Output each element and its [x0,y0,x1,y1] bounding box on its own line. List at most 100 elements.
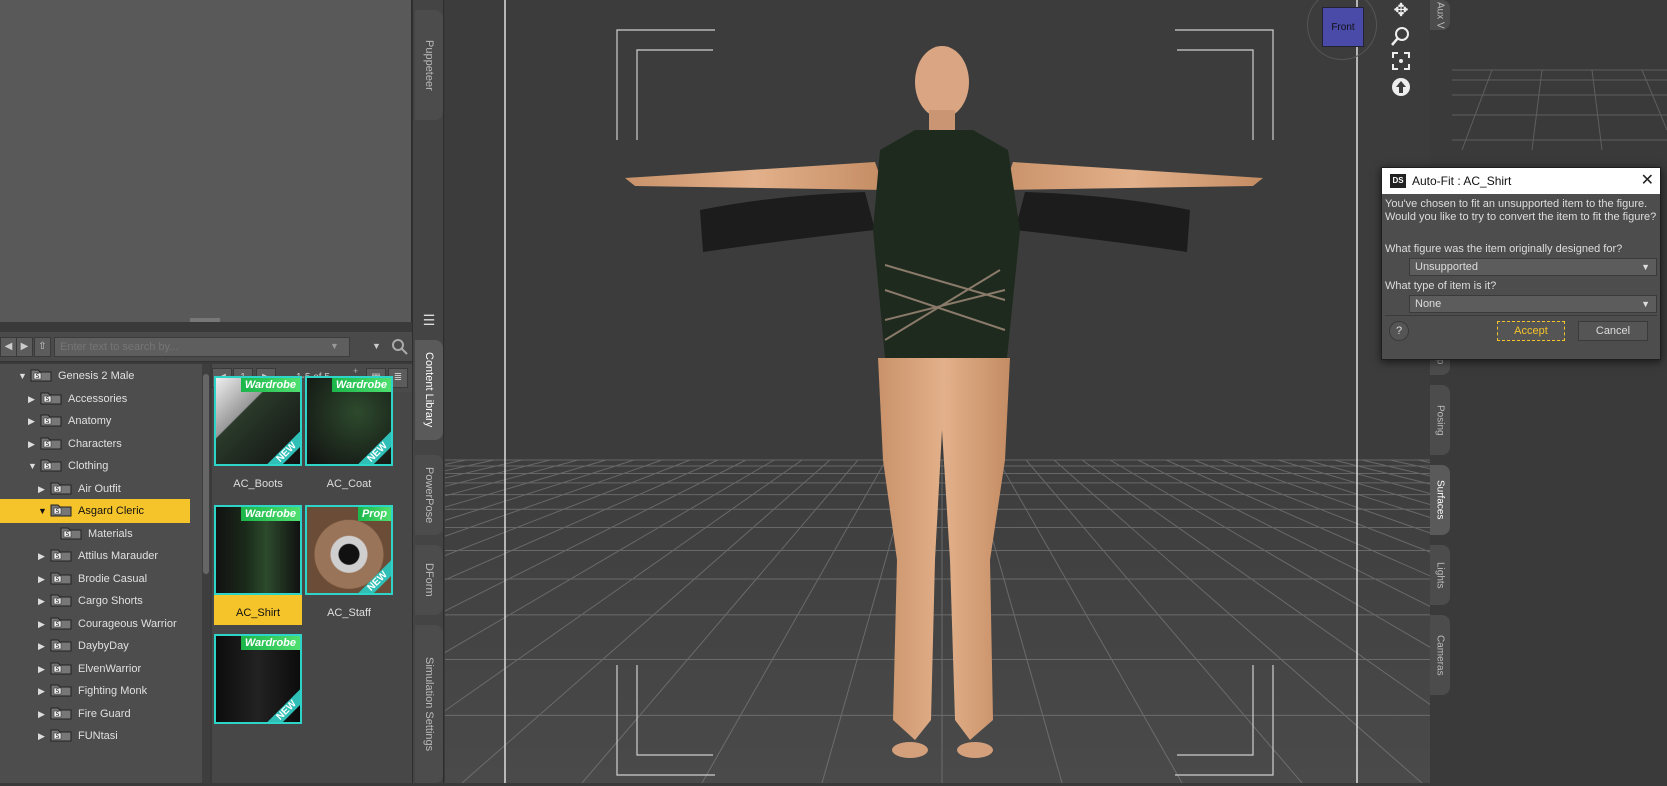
close-icon[interactable]: ✕ [1641,168,1654,194]
tree-item[interactable]: ▶ S ElvenWarrior [0,657,190,681]
tree-item[interactable]: ▼ S Clothing [0,454,190,478]
expand-right-icon[interactable]: ▶ [38,477,50,501]
tree-item[interactable]: ▶ S Anatomy [0,409,190,433]
tab-powerpose[interactable]: PowerPose [415,455,443,535]
expand-right-icon[interactable]: ▶ [38,702,50,726]
expand-down-icon[interactable]: ▼ [38,499,50,523]
tree-item[interactable]: S Materials [0,522,190,546]
svg-text:S: S [46,463,50,470]
svg-text:S: S [56,553,60,560]
tree-item-label: Fighting Monk [78,685,148,697]
expand-right-icon[interactable]: ▶ [38,724,50,748]
chevron-down-icon: ▼ [1641,299,1650,309]
figure-select-value: Unsupported [1415,261,1478,273]
cancel-button[interactable]: Cancel [1578,321,1648,341]
asset-badge: Wardrobe [240,378,300,392]
aux-viewport[interactable] [1452,0,1667,783]
tab-label: DForm [423,563,435,597]
svg-text:S: S [56,666,60,673]
expand-right-icon[interactable]: ▶ [38,567,50,591]
asset-tile[interactable]: Wardrobe NEW AC_Coat [305,376,393,496]
orbit-icon[interactable] [1389,76,1413,98]
auto-fit-dialog: DS Auto-Fit : AC_Shirt ✕ You've chosen t… [1381,167,1661,360]
filter-dropdown-icon[interactable]: ▼ [330,341,339,351]
expand-right-icon[interactable]: ▶ [38,589,50,613]
expand-right-icon[interactable]: ▶ [28,387,40,411]
help-button[interactable]: ? [1389,321,1409,341]
tree-item[interactable]: ▶ S Characters [0,432,190,456]
asset-tile[interactable]: Wardrobe AC_Shirt [214,505,302,625]
figure-select[interactable]: Unsupported ▼ [1409,258,1657,276]
tree-item[interactable]: ▶ S Brodie Casual [0,567,190,591]
expand-right-icon[interactable]: ▶ [38,612,50,636]
accept-button[interactable]: Accept [1497,321,1565,341]
dialog-message-1: You've chosen to fit an unsupported item… [1385,198,1648,210]
view-cube[interactable]: Front [1322,7,1364,47]
frame-icon[interactable] [1389,50,1413,72]
pane-menu-icon[interactable]: ☰ [415,312,443,336]
tree-item[interactable]: ▶ S Accessories [0,387,190,411]
tree-item-label: Accessories [68,392,128,405]
tree-item-label: Characters [68,437,122,450]
folder-icon: S [40,412,62,427]
svg-text:S: S [46,441,50,448]
forward-arrow-icon[interactable]: ▶ [16,337,33,357]
tree-item[interactable]: ▶ S Attilus Marauder [0,544,190,568]
tree-scrollbar[interactable] [202,364,210,783]
tab-aux-viewport[interactable]: Aux V [1430,0,1450,30]
tree-item[interactable]: ▶ S FUNtasi [0,724,190,748]
viewport-scene [445,0,1430,783]
tree-item[interactable]: ▶ S Courageous Warrior [0,612,190,636]
tab-dform[interactable]: DForm [415,545,443,615]
tab-label: Cameras [1434,634,1446,676]
expand-down-icon[interactable]: ▼ [18,364,30,388]
tab-puppeteer[interactable]: Puppeteer [415,10,443,120]
asset-tile[interactable]: Prop NEW AC_Staff [305,505,393,625]
item-type-select[interactable]: None ▼ [1409,295,1657,313]
tree-item[interactable]: ▶ S Air Outfit [0,477,190,501]
folder-icon: S [40,435,62,449]
expand-right-icon[interactable]: ▶ [28,409,40,433]
tab-lights[interactable]: Lights [1430,545,1450,605]
tree-item-label: Clothing [68,460,109,472]
svg-text:S: S [56,711,60,718]
folder-icon: S [60,525,82,539]
asset-label: AC_Coat [326,478,372,490]
search-options-icon[interactable]: ▼ [372,341,381,351]
tree-item[interactable]: ▼ S Asgard Cleric [0,499,190,523]
tree-item[interactable]: ▼ S Genesis 2 Male [0,364,190,388]
pan-icon[interactable]: ✥ [1389,0,1413,22]
tree-item[interactable]: ▶ S Fire Guard [0,702,190,726]
pane-splitter[interactable] [190,318,220,322]
magnifier-icon[interactable] [390,337,410,357]
up-arrow-icon[interactable]: ⇧ [34,337,51,357]
tab-cameras[interactable]: Cameras [1430,615,1450,695]
tree-item[interactable]: ▶ S DaybyDay [0,634,190,658]
expand-right-icon[interactable]: ▶ [38,544,50,568]
svg-text:S: S [56,621,60,628]
expand-down-icon[interactable]: ▼ [28,454,40,478]
search-input[interactable] [54,337,350,357]
back-arrow-icon[interactable]: ◀ [0,337,17,357]
folder-icon: S [30,367,52,382]
expand-right-icon[interactable]: ▶ [38,679,50,703]
asset-tile[interactable]: Wardrobe NEW AC_Boots [214,376,302,496]
3d-viewport[interactable]: Front ✥ [445,0,1430,783]
asset-tile[interactable]: Wardrobe NEW [214,634,302,754]
tab-surfaces[interactable]: Surfaces [1430,465,1450,535]
tree-item[interactable]: ▶ S Cargo Shorts [0,589,190,613]
folder-icon: S [50,637,72,652]
item-type-select-value: None [1415,298,1442,310]
expand-right-icon[interactable]: ▶ [38,634,50,658]
tab-posing[interactable]: Posing [1430,385,1450,455]
chevron-down-icon: ▼ [1641,262,1650,272]
scrollbar-thumb[interactable] [203,374,209,574]
dialog-titlebar[interactable]: DS Auto-Fit : AC_Shirt ✕ [1382,168,1660,194]
expand-right-icon[interactable]: ▶ [28,432,40,456]
tab-simulation-settings[interactable]: Simulation Settings [415,625,443,783]
tab-label: Simulation Settings [423,656,435,752]
zoom-icon[interactable] [1389,25,1413,47]
tab-content-library[interactable]: Content Library [415,340,443,440]
expand-right-icon[interactable]: ▶ [38,657,50,681]
tree-item[interactable]: ▶ S Fighting Monk [0,679,190,703]
